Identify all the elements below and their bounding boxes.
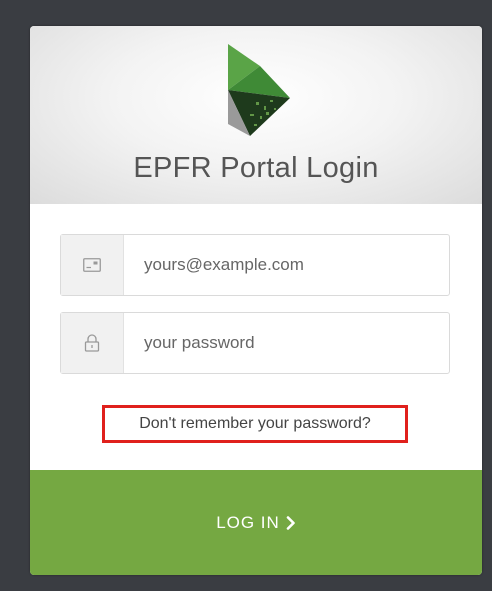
forgot-password-highlight: Don't remember your password? bbox=[102, 405, 408, 443]
password-input[interactable] bbox=[124, 313, 444, 373]
login-header: EPFR Portal Login bbox=[30, 26, 482, 204]
email-field bbox=[60, 234, 450, 296]
epfr-logo bbox=[228, 44, 290, 136]
chevron-right-icon bbox=[286, 515, 296, 530]
email-icon-box bbox=[61, 235, 124, 295]
page-title: EPFR Portal Login bbox=[133, 152, 379, 184]
login-card: EPFR Portal Login Don't remember your pa… bbox=[30, 26, 482, 575]
lock-icon bbox=[84, 334, 100, 352]
email-input[interactable] bbox=[124, 235, 444, 295]
login-button-label: LOG IN bbox=[216, 512, 280, 532]
login-button[interactable]: LOG IN bbox=[30, 470, 482, 575]
id-card-icon bbox=[83, 258, 101, 272]
password-icon-box bbox=[61, 313, 124, 373]
password-field bbox=[60, 312, 450, 374]
forgot-password-link[interactable]: Don't remember your password? bbox=[139, 415, 371, 433]
